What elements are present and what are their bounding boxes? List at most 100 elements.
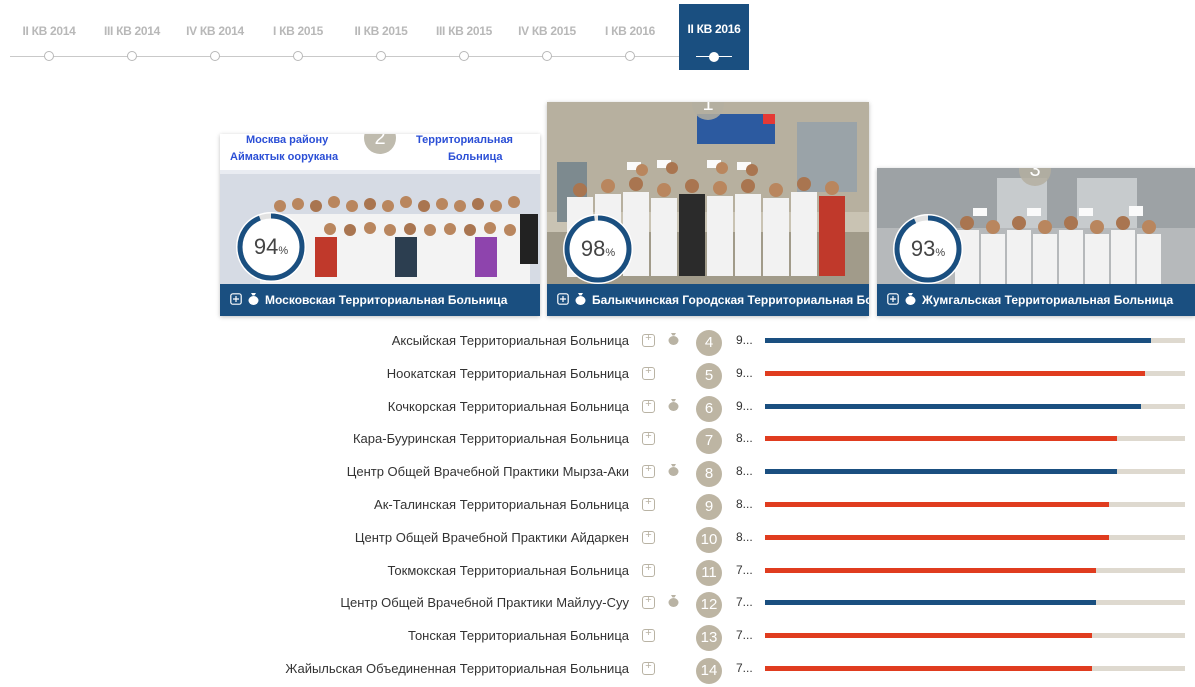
score-bar-fill <box>765 534 1109 540</box>
timeline-label: IV КВ 2014 <box>186 24 244 38</box>
hospital-icon <box>642 562 655 577</box>
score-bar-fill <box>765 502 1109 507</box>
score-bar-track <box>765 469 1185 475</box>
score-bar-track <box>765 403 1185 409</box>
timeline-dot <box>625 51 635 61</box>
score-bar-track <box>765 666 1185 671</box>
facility-name: Ноокатская Территориальная Больница <box>386 365 629 381</box>
gauge-value: 93% <box>910 236 946 261</box>
score-bar-fill <box>765 370 1146 376</box>
score-gauge: 93% <box>889 210 967 288</box>
facility-name: Центр Общей Врачебной Практики Майлуу-Су… <box>340 595 629 611</box>
money-bag-icon <box>668 398 679 414</box>
facility-name: Токмокская Территориальная Больница <box>387 562 630 578</box>
ranking-row[interactable]: Центр Общей Врачебной Практики Мырза-Аки… <box>0 457 1195 490</box>
score-value: 8... <box>736 431 753 446</box>
hospital-icon <box>642 594 655 610</box>
facility-name: Кара-Бууринская Территориальная Больница <box>352 431 629 447</box>
timeline-label: I КВ 2015 <box>273 24 323 38</box>
hospital-icon <box>642 430 655 446</box>
hospital-icon <box>230 292 242 308</box>
ranking-row[interactable]: Кара-Бууринская Территориальная Больница… <box>0 424 1195 457</box>
score-bar-fill <box>765 666 1092 671</box>
score-bar-fill <box>765 338 1152 343</box>
top-card-rank-2[interactable]: Москва району Аймактык оорукана Территор… <box>220 134 540 316</box>
ranking-row[interactable]: Жайыльская Объединенная Территориальная … <box>0 654 1195 687</box>
ranking-row[interactable]: Центр Общей Врачебной Практики Майлуу-Су… <box>0 588 1195 621</box>
score-bar-track <box>765 534 1185 540</box>
ranking-row[interactable]: Тонская Территориальная Больница 13 7... <box>0 621 1195 654</box>
ranking-row[interactable]: Ноокатская Территориальная Больница 5 9... <box>0 359 1195 392</box>
money-bag-icon <box>248 292 259 308</box>
sign-text-left-1: Москва району <box>246 134 329 146</box>
sign-text-right-1: Территориальная <box>416 134 513 146</box>
ranking-row[interactable]: Ак-Талинская Территориальная Больница 9 8.… <box>0 490 1195 523</box>
score-value: 8... <box>736 529 753 544</box>
timeline-item-q1-2015[interactable]: I КВ 2015 <box>257 0 339 70</box>
timeline-label: III КВ 2014 <box>103 24 161 38</box>
timeline-item-q4-2015[interactable]: IV КВ 2015 <box>506 0 588 70</box>
ranking-row[interactable]: Аксыйская Территориальная Больница 4 9... <box>0 326 1195 359</box>
score-value: 9... <box>736 333 753 347</box>
timeline-item-q2-2016-active[interactable]: II КВ 2016 <box>679 4 749 70</box>
timeline-label: I КВ 2016 <box>605 24 655 38</box>
hospital-icon <box>642 463 655 479</box>
top-card-rank-1[interactable]: 1 98% Балыкчинская Городская Территориал… <box>547 102 869 316</box>
timeline-item-q2-2015[interactable]: II КВ 2015 <box>340 0 422 70</box>
top-card-rank-3[interactable]: 3 93% Жумгальская Территориальная Больни… <box>877 168 1195 316</box>
timeline-label-active: II КВ 2016 <box>687 22 741 36</box>
rank-badge: 11 <box>696 559 722 586</box>
facility-name: Ак-Талинская Территориальная Больница <box>374 497 629 512</box>
score-value: 7... <box>736 595 753 610</box>
facility-name: Центр Общей Врачебной Практики Мырза-Аки <box>346 464 629 480</box>
rank-badge: 7 <box>696 428 722 455</box>
score-bar-fill <box>765 633 1092 639</box>
card-title-bar: Жумгальская Территориальная Больница <box>877 284 1195 316</box>
card-title-bar: Московская Территориальная Больница <box>220 284 540 316</box>
timeline-dot <box>376 51 386 61</box>
ranking-row[interactable]: Центр Общей Врачебной Практики Айдаркен 1… <box>0 523 1195 556</box>
hospital-icon <box>642 332 655 347</box>
timeline-dot <box>44 51 54 61</box>
hospital-icon <box>887 292 899 308</box>
timeline-item-q3-2014[interactable]: III КВ 2014 <box>91 0 173 70</box>
score-gauge: 94% <box>232 208 310 286</box>
ranking-row[interactable]: Кочкорская Территориальная Больница 6 9... <box>0 392 1195 425</box>
money-bag-icon <box>668 463 679 479</box>
score-bar-fill <box>765 469 1117 475</box>
facility-name: Тонская Территориальная Больница <box>408 628 629 644</box>
money-bag-icon <box>668 332 679 348</box>
score-value: 9... <box>736 365 753 380</box>
facility-name: Аксыйская Территориальная Больница <box>391 333 629 348</box>
sign-text-right-2: Больница <box>448 151 503 163</box>
timeline-label: II КВ 2015 <box>354 24 408 38</box>
gauge-value: 94% <box>253 234 289 259</box>
card-title: Жумгальская Территориальная Больница <box>922 293 1174 307</box>
rank-badge: 10 <box>696 526 722 553</box>
timeline-item-q2-2014[interactable]: II КВ 2014 <box>8 0 90 70</box>
rank-badge: 8 <box>696 461 722 488</box>
score-value: 7... <box>736 661 753 675</box>
timeline-item-q1-2016[interactable]: I КВ 2016 <box>589 0 671 70</box>
timeline-dot <box>127 51 137 61</box>
rank-badge: 6 <box>696 395 722 422</box>
score-bar-fill <box>765 600 1096 606</box>
rank-badge: 5 <box>696 362 722 389</box>
score-bar-fill <box>765 436 1117 442</box>
ranking-row[interactable]: Токмокская Территориальная Больница 11 7..… <box>0 556 1195 589</box>
score-bar-track <box>765 436 1185 442</box>
hospital-icon <box>642 398 655 413</box>
quarter-timeline: II КВ 2014 III КВ 2014 IV КВ 2014 I КВ 2… <box>0 0 760 72</box>
card-title: Балыкчинская Городская Территориальная Б… <box>592 293 869 307</box>
rank-badge: 4 <box>696 330 722 356</box>
score-bar-track <box>765 567 1185 573</box>
score-bar-fill <box>765 403 1141 409</box>
timeline-item-q3-2015[interactable]: III КВ 2015 <box>423 0 505 70</box>
rank-badge: 9 <box>696 494 722 520</box>
facility-name: Кочкорская Территориальная Больница <box>387 398 629 414</box>
timeline-item-q4-2014[interactable]: IV КВ 2014 <box>174 0 256 70</box>
score-bar-track <box>765 633 1185 639</box>
sign-text-left-2: Аймактык оорукана <box>230 151 339 163</box>
score-bar-fill <box>765 567 1096 573</box>
hospital-icon <box>642 496 655 511</box>
